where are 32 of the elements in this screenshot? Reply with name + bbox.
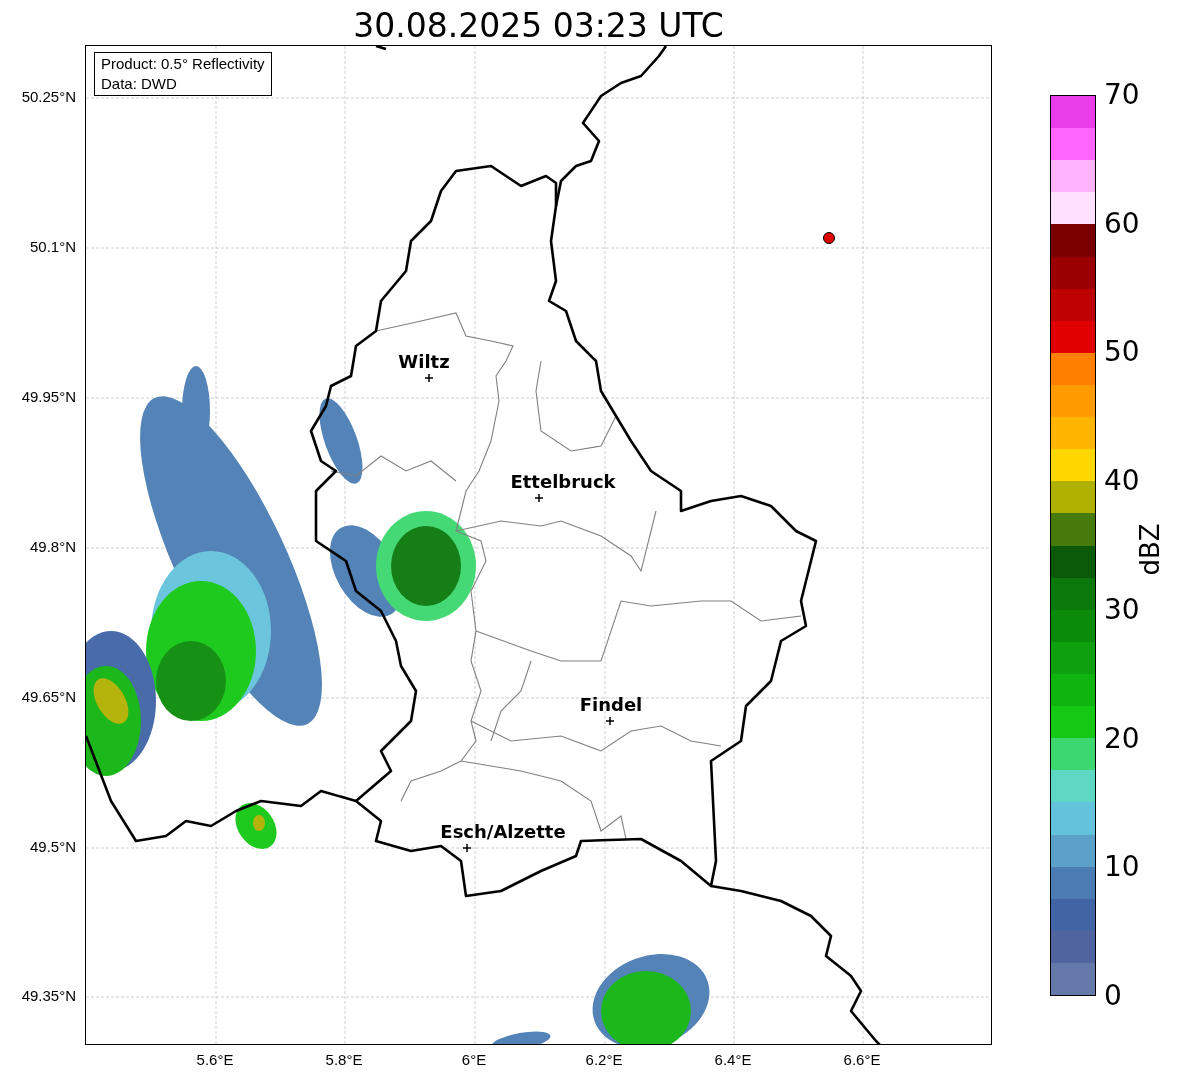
axis-tick-label: 6°E [460, 1051, 488, 1069]
info-box: Product: 0.5° Reflectivity Data: DWD [94, 52, 272, 96]
city-label: Esch/Alzette [439, 821, 567, 843]
colorbar-tick-label: 70 [1104, 79, 1140, 111]
axis-tick-label: 6.2°E [584, 1051, 624, 1069]
city-label: Ettelbruck [509, 471, 617, 493]
colorbar-tick-label: 0 [1104, 980, 1122, 1012]
city-marker-icon [463, 844, 471, 852]
axis-tick-label: 6.6°E [842, 1051, 882, 1069]
city-marker-icon [606, 717, 614, 725]
colorbar-label: dBZ [1133, 522, 1166, 578]
city-marker-icon [535, 494, 543, 502]
colorbar-tick-label: 10 [1104, 851, 1140, 884]
city-marker-icon [425, 374, 433, 382]
axis-tick-label: 49.5°N [28, 838, 76, 856]
city-label: Findel [578, 694, 644, 716]
chart-title: 30.08.2025 03:23 UTC [352, 5, 725, 47]
axis-tick-label: 49.65°N [20, 688, 76, 706]
axis-tick-label: 50.25°N [20, 88, 76, 106]
axis-tick-label: 49.35°N [20, 987, 76, 1005]
colorbar-tick-label: 40 [1104, 465, 1140, 498]
colorbar-tick-label: 30 [1104, 593, 1140, 626]
colorbar-tick-label: 60 [1104, 207, 1140, 240]
city-label: Wiltz [397, 351, 451, 373]
colorbar-tick-label: 20 [1104, 722, 1140, 755]
colorbar-tick-label: 50 [1104, 336, 1140, 369]
axis-tick-label: 50.1°N [28, 238, 76, 256]
axis-tick-label: 5.6°E [195, 1051, 235, 1069]
axis-tick-label: 49.8°N [28, 538, 76, 556]
axis-tick-label: 6.4°E [713, 1051, 753, 1069]
axis-tick-label: 5.8°E [324, 1051, 364, 1069]
axis-tick-label: 49.95°N [20, 388, 76, 406]
